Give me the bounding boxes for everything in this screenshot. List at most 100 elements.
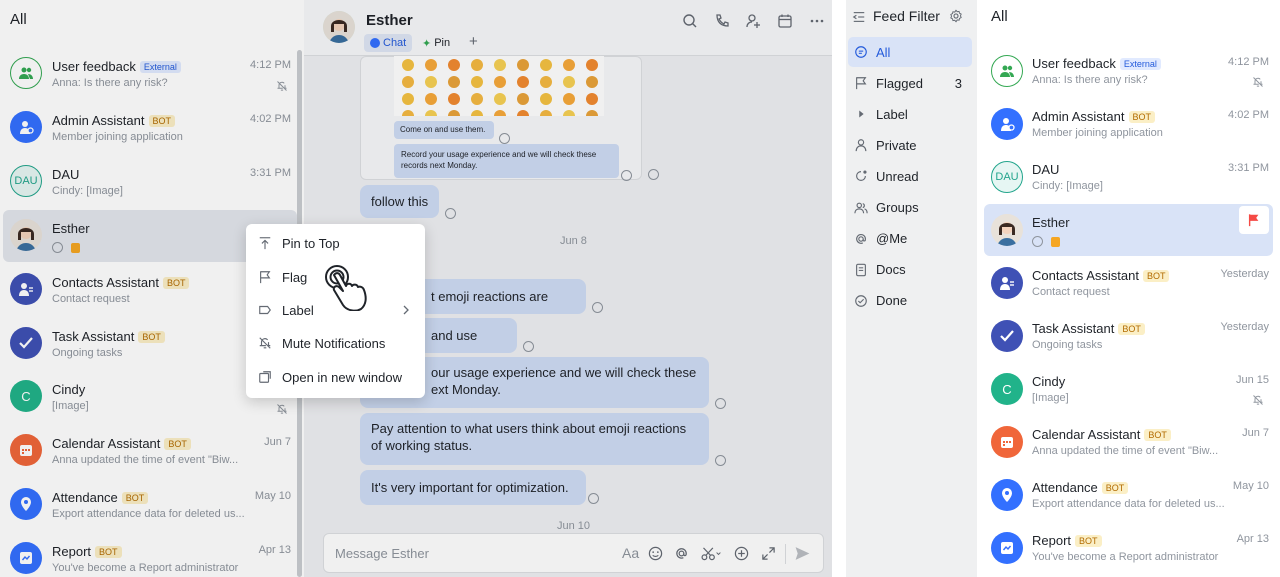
status-circle-icon [1032,236,1043,247]
feed-item-title: Contacts Assistant [1032,268,1139,283]
at-icon [856,233,866,244]
flag-button[interactable] [1239,206,1269,234]
feed-item-preview: [Image] [1032,392,1069,404]
unread-icon [856,170,867,182]
feed-item-time: 3:31 PM [1228,162,1269,174]
muted-bell-icon [1252,393,1264,405]
menu-item-mute-notifications[interactable]: Mute Notifications [250,327,421,359]
flag-icon [1248,214,1259,227]
feed-item-name: Attendance BOT [1032,480,1129,495]
feed-item-time: Yesterday [1220,321,1269,333]
status-icons [1032,233,1061,251]
collapse-sidebar-icon[interactable] [852,10,866,24]
caret-right-icon [859,110,864,118]
bell-off-icon [259,337,271,349]
feed-item-title: Report [1032,533,1072,548]
task-bot-avatar[interactable] [991,320,1023,352]
admin-bot-avatar[interactable] [991,108,1023,140]
filter-item-label: Unread [876,168,919,184]
feed-list: All User feedback External Anna: Is there … [977,0,1280,577]
feed-item-time: 4:12 PM [1228,56,1269,68]
external-badge: External [1119,58,1161,70]
filter-item-label: Private [876,137,917,153]
muted-bell-icon [1252,75,1264,87]
pin-top-icon [259,237,271,250]
feed-item-title: Calendar Assistant [1032,427,1141,442]
feed-item-title: Task Assistant [1032,321,1115,336]
menu-item-label: Label [282,302,314,318]
filter-item-private[interactable]: Private [848,130,972,160]
feed-item-task-assistant[interactable]: Task Assistant BOT Ongoing tasks Yesterday [984,310,1273,362]
feed-item-title: Admin Assistant [1032,109,1125,124]
group-avatar[interactable] [991,55,1023,87]
bot-badge: BOT [1142,270,1170,282]
cindy-avatar[interactable]: C [991,373,1023,405]
feed-item-cindy[interactable]: C Cindy [Image] Jun 15 [984,363,1273,415]
status-emoji-icon [1051,237,1061,247]
feed-item-name: DAU [1032,162,1059,177]
bot-badge: BOT [1075,535,1102,547]
bot-badge: BOT [1101,482,1129,494]
flag-icon [856,77,867,90]
person-icon [855,139,867,152]
label-icon [259,305,271,315]
feed-item-preview: Anna updated the time of event "Biw... [1032,445,1219,457]
chat-bubble-icon [855,46,867,58]
dau-avatar[interactable]: DAU [991,161,1023,193]
filter-item-label: Groups [876,200,919,215]
filter-item-label: All [876,44,891,60]
filter-item-label[interactable]: Label [848,99,972,129]
contacts-bot-avatar[interactable] [991,267,1023,299]
feed-item-name: Esther [1032,215,1070,230]
feed-item-time: Yesterday [1220,268,1269,280]
filter-item-groups[interactable]: Groups [848,193,972,223]
tap-gesture-icon [325,265,367,311]
feed-item-preview: Contact request [1032,286,1110,298]
feed-item-calendar-assistant[interactable]: Calendar Assistant BOT Anna updated the ti… [984,416,1273,468]
feed-item-name: Admin Assistant BOT [1032,109,1156,124]
feed-item-dau[interactable]: DAU DAU Cindy: [Image] 3:31 PM [984,151,1273,203]
menu-item-label: Flag [282,269,308,285]
menu-item-label: Mute Notifications [282,335,386,351]
feed-item-user-feedback[interactable]: User feedback External Anna: Is there any … [984,45,1273,97]
report-bot-avatar[interactable] [991,532,1023,564]
attendance-bot-avatar[interactable] [991,479,1023,511]
esther-avatar[interactable] [991,214,1023,246]
new-window-icon [259,371,271,383]
feed-item-time: Apr 13 [1236,533,1269,545]
right-panel: Feed Filter All Flagged 3 Label Private … [846,0,1280,577]
menu-item-open-in-new-window[interactable]: Open in new window [250,361,421,393]
feed-item-esther[interactable]: Esther [984,204,1273,256]
filter-item-label: @Me [876,231,908,247]
feed-item-time: 4:02 PM [1228,109,1269,121]
feed-item-title: Cindy [1032,374,1066,389]
feed-filter-sidebar: Feed Filter All Flagged 3 Label Private … [846,0,977,577]
chevron-right-icon [403,305,409,315]
filter-item-label: Done [876,293,908,309]
filter-item-flagged[interactable]: Flagged 3 [848,68,972,98]
feed-item-name: User feedback External [1032,56,1161,71]
filter-item-unread[interactable]: Unread [848,161,972,191]
feed-item-contacts-assistant[interactable]: Contacts Assistant BOT Contact request Yest… [984,257,1273,309]
gear-icon[interactable] [949,9,963,23]
feed-item-time: May 10 [1232,480,1269,492]
feed-item-report[interactable]: Report BOT You've become a Report administ… [984,522,1273,574]
filter-item-all[interactable]: All [848,37,972,67]
feed-item-attendance[interactable]: Attendance BOT Export attendance data for … [984,469,1273,521]
menu-item-pin-to-top[interactable]: Pin to Top [250,227,421,259]
docs-icon [856,263,866,276]
calendar-bot-avatar[interactable] [991,426,1023,458]
feed-item-name: Cindy [1032,374,1065,389]
feed-item-admin-assistant[interactable]: Admin Assistant BOT Member joining applica… [984,98,1273,150]
feed-item-preview: You've become a Report administrator [1032,551,1219,563]
filter-item-done[interactable]: Done [848,286,972,316]
feed-title: All [991,8,1008,25]
filter-item-me[interactable]: @Me [848,224,972,254]
filter-item-label: Flagged [876,75,923,91]
filter-title: Feed Filter [873,8,940,24]
feed-item-title: DAU [1032,162,1060,177]
filter-item-docs[interactable]: Docs [848,255,972,285]
left-panel: All User feedback External Anna: Is there … [0,0,832,577]
groups-icon [854,202,868,213]
feed-item-title: Esther [1032,215,1070,230]
